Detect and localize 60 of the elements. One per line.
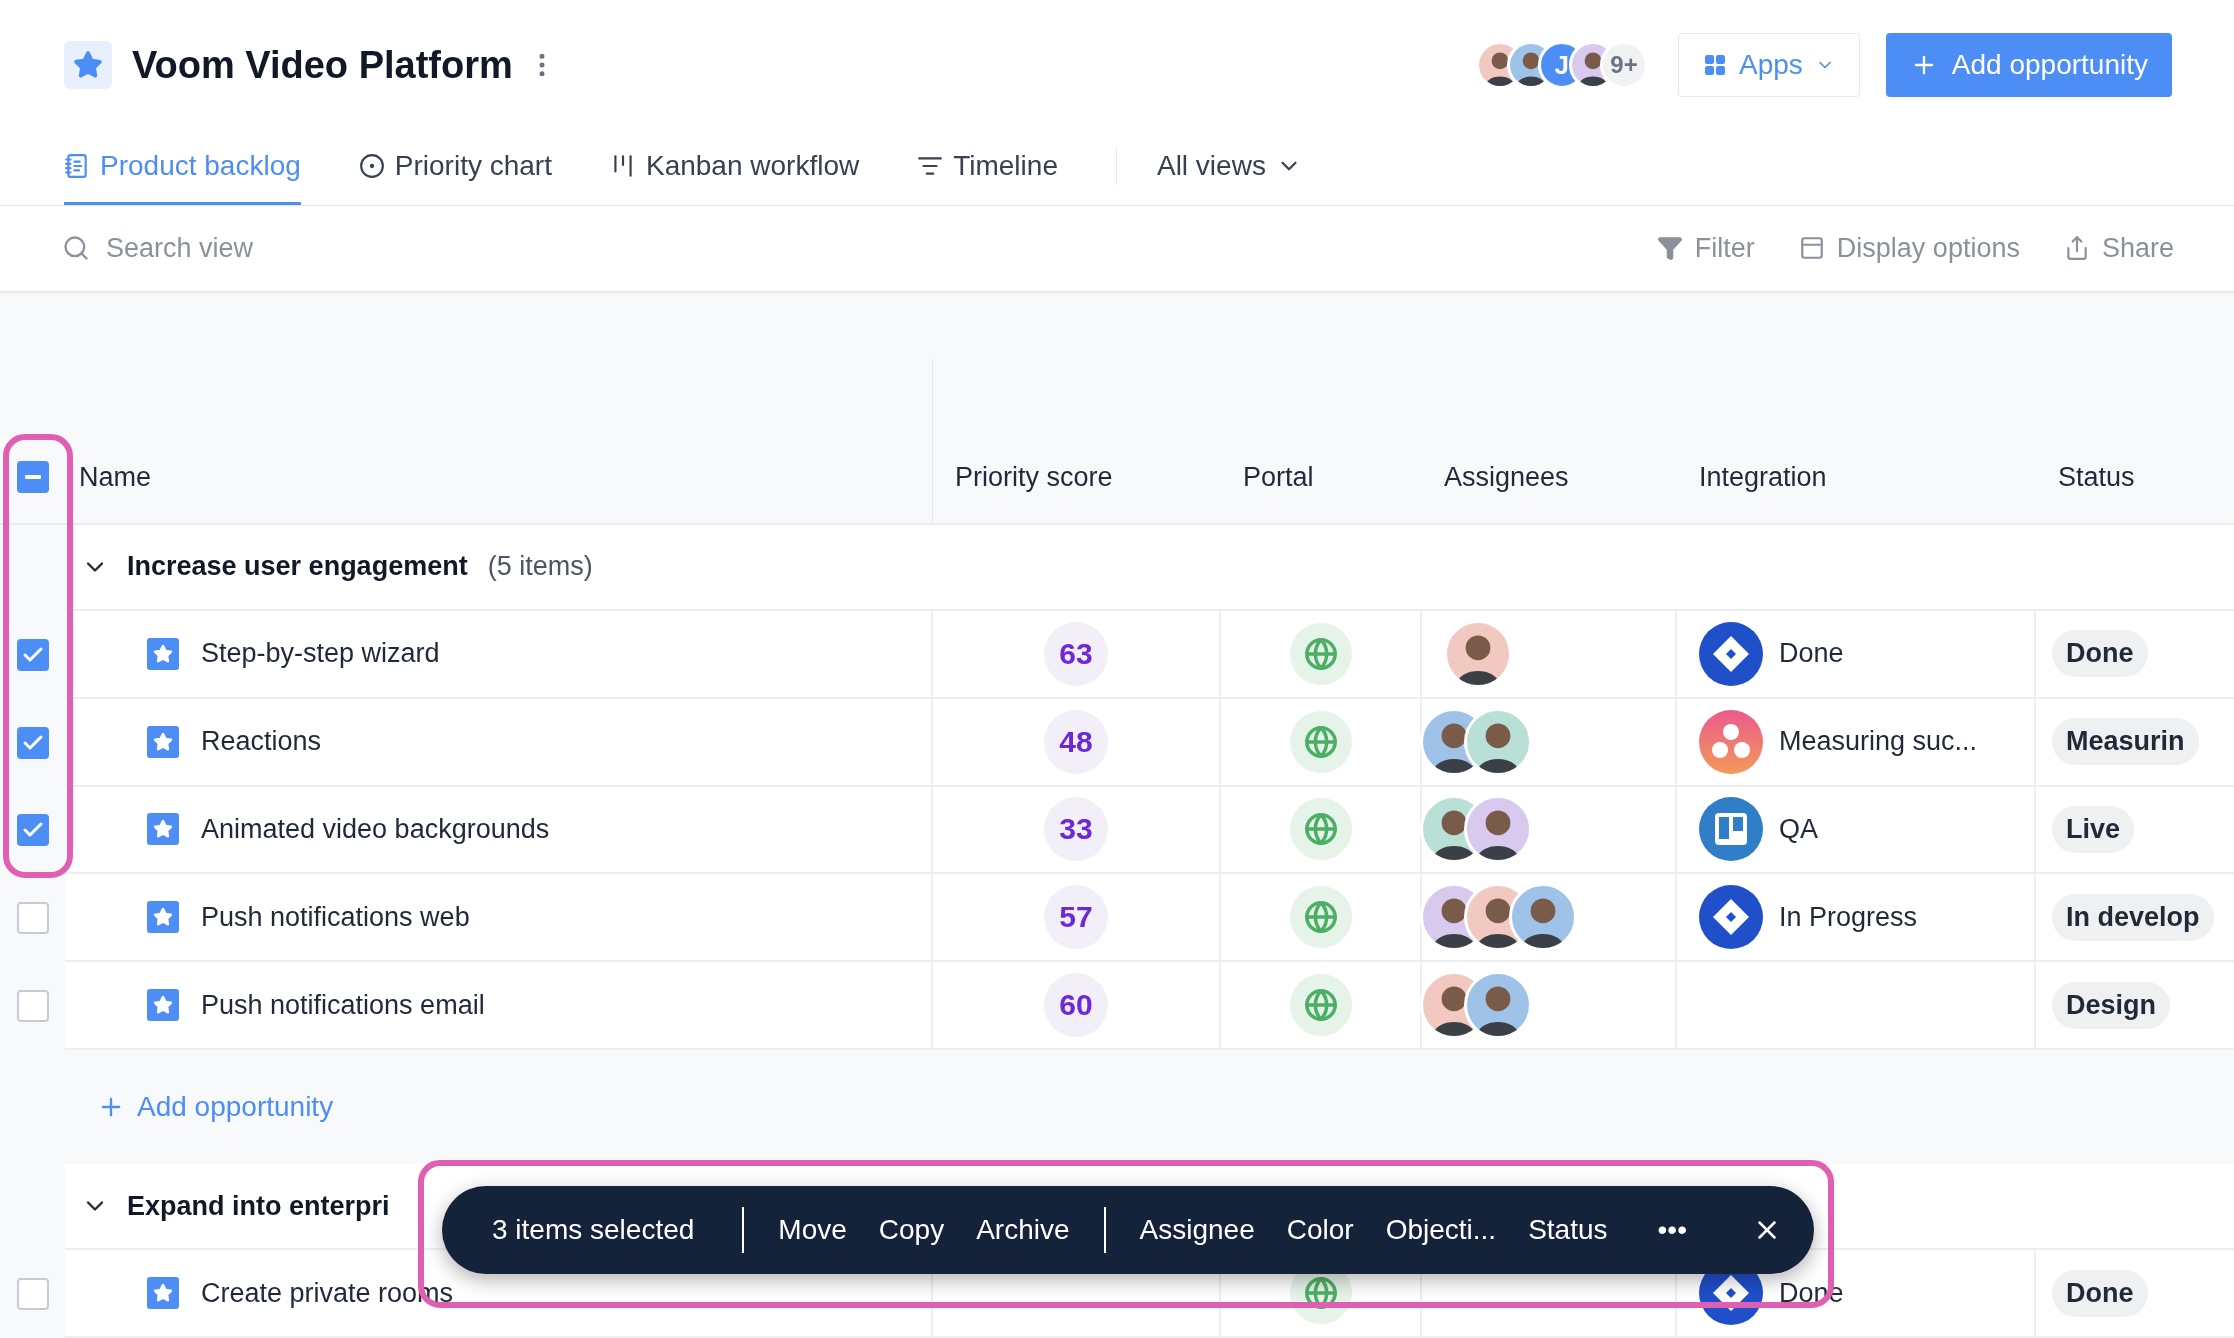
integration-status: Done — [1779, 638, 1844, 670]
row-checkbox[interactable] — [16, 990, 49, 1023]
board-icon — [1699, 797, 1763, 862]
item-name[interactable]: Animated video backgrounds — [201, 814, 550, 845]
toolbar-action[interactable]: Archive — [960, 1214, 1086, 1246]
column-header: Priority score — [954, 460, 1114, 494]
status-pill[interactable]: Done — [2052, 630, 2148, 678]
row-checkbox[interactable] — [16, 638, 49, 671]
more-actions-button[interactable]: ••• — [1641, 1214, 1703, 1246]
selection-count: 3 items selected — [492, 1214, 695, 1246]
priority-score: 57 — [1044, 885, 1108, 950]
all-views-menu[interactable]: All views — [1156, 130, 1302, 205]
view-tab[interactable]: Kanban workflow — [609, 130, 860, 205]
item-name[interactable]: Step-by-step wizard — [201, 638, 440, 670]
toolbar-action[interactable]: Move — [762, 1214, 863, 1246]
column-header: Status — [2057, 460, 2136, 494]
status-pill[interactable]: Done — [2052, 1269, 2148, 1317]
column-header: Integration — [1698, 460, 1828, 494]
filter-icon — [1656, 235, 1683, 262]
document-icon — [64, 153, 90, 179]
view-tab[interactable]: Priority chart — [358, 130, 552, 205]
priority-score: 60 — [1044, 973, 1108, 1038]
item-name[interactable]: Reactions — [201, 726, 322, 758]
minus-icon — [24, 474, 41, 479]
search-icon — [62, 234, 90, 263]
three-dots-icon — [1699, 709, 1763, 774]
toolbar-action[interactable]: Status — [1512, 1214, 1624, 1246]
priority-score: 63 — [1044, 621, 1108, 686]
row-checkbox[interactable] — [16, 1278, 49, 1311]
integration-status: In Progress — [1779, 901, 1918, 933]
row-checkbox[interactable] — [16, 814, 49, 847]
item-name[interactable]: Push notifications email — [201, 989, 485, 1021]
column-header: Assignees — [1443, 460, 1570, 494]
select-all-checkbox[interactable] — [16, 460, 49, 493]
group-count: (5 items) — [487, 551, 593, 583]
target-icon — [358, 153, 385, 179]
column-header: Portal — [1242, 460, 1315, 494]
toolbar-action[interactable]: Objecti... — [1369, 1214, 1513, 1246]
item-name[interactable]: Push notifications web — [201, 901, 470, 933]
status-pill[interactable]: Measurin — [2052, 718, 2199, 766]
column-header: Name — [65, 358, 933, 523]
toolbar-action[interactable]: Copy — [862, 1214, 961, 1246]
integration-status: QA — [1779, 814, 1818, 845]
view-tab[interactable]: Timeline — [917, 130, 1058, 205]
grid-icon — [1703, 53, 1728, 77]
status-pill[interactable]: Design — [2052, 981, 2171, 1029]
group-title: Increase user engagement — [127, 551, 468, 583]
priority-score: 33 — [1044, 797, 1108, 862]
page-title: Voom Video Platform — [132, 43, 513, 87]
toolbar-action[interactable]: Assignee — [1123, 1214, 1271, 1246]
status-pill[interactable]: Live — [2052, 806, 2135, 853]
group-title: Expand into enterpri — [127, 1190, 390, 1222]
status-pill[interactable]: In develop — [2052, 893, 2214, 941]
layout-icon — [1798, 235, 1825, 262]
integration-status: Measuring suc... — [1779, 726, 1978, 758]
row-checkbox[interactable] — [16, 726, 49, 759]
toolbar-action[interactable]: Color — [1270, 1214, 1370, 1246]
search-field[interactable]: Search view — [104, 231, 504, 265]
priority-score: 48 — [1044, 709, 1108, 774]
row-checkbox[interactable] — [16, 902, 49, 935]
